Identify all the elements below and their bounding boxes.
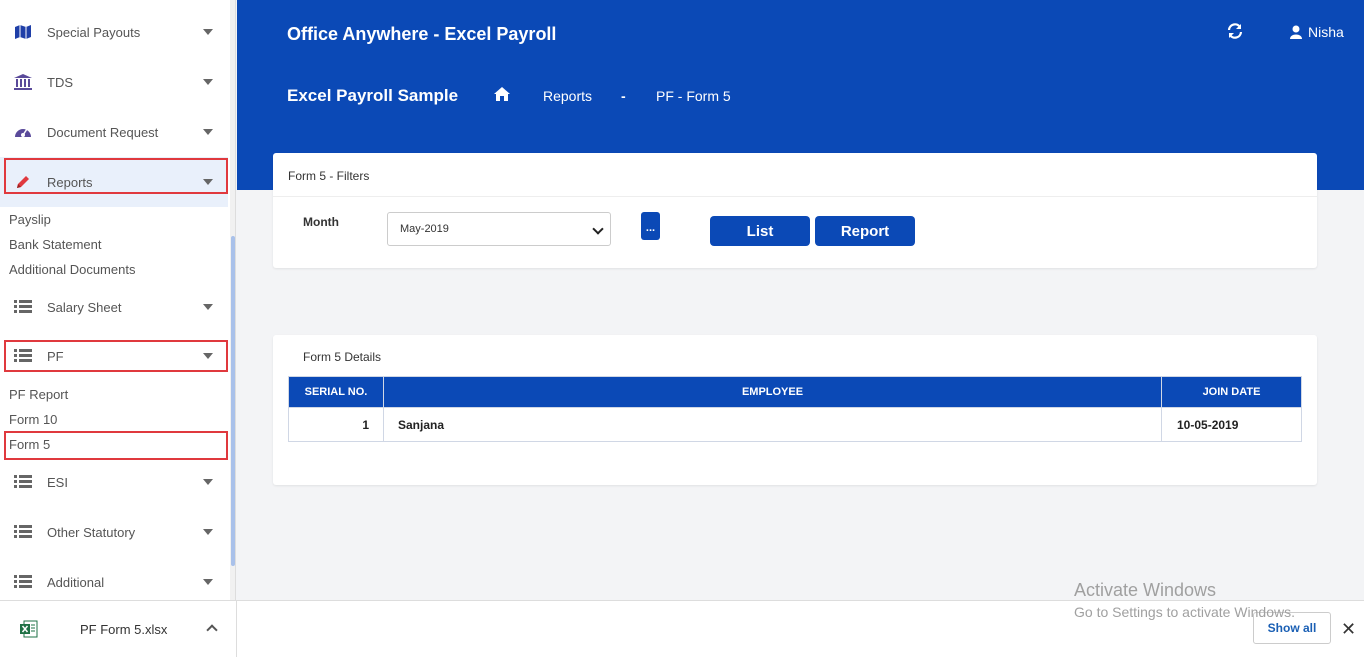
sidebar-item-label: ESI: [47, 474, 68, 490]
chevron-down-icon: [203, 529, 213, 535]
refresh-icon[interactable]: [1226, 22, 1244, 40]
details-table: SERIAL NO. EMPLOYEE JOIN DATE 1 Sanjana …: [288, 376, 1302, 442]
details-title: Form 5 Details: [303, 350, 382, 364]
sidebar: Special Payouts TDS Document Request Rep…: [0, 0, 236, 600]
breadcrumb-separator: -: [621, 88, 626, 104]
download-file-name: PF Form 5.xlsx: [80, 622, 168, 637]
activate-windows-title: Activate Windows: [1074, 580, 1217, 600]
highlight-box-form-5: [4, 431, 228, 460]
table-header-row: SERIAL NO. EMPLOYEE JOIN DATE: [288, 376, 1302, 408]
chevron-down-icon: [203, 304, 213, 310]
highlight-box-reports: [4, 158, 228, 194]
breadcrumb-current: PF - Form 5: [656, 88, 731, 104]
sidebar-subitem-bank-statement[interactable]: Bank Statement: [9, 237, 102, 252]
sidebar-item-label: Other Statutory: [47, 524, 136, 540]
column-header-join-date: JOIN DATE: [1161, 376, 1302, 408]
cell-serial: 1: [288, 407, 384, 442]
activate-windows-subtitle: Go to Settings to activate Windows.: [1074, 604, 1295, 620]
chevron-down-icon: [203, 129, 213, 135]
more-options-button[interactable]: ...: [641, 212, 660, 240]
user-menu[interactable]: Nisha: [1290, 24, 1344, 40]
map-icon: [14, 23, 32, 41]
sidebar-item-tds[interactable]: TDS: [0, 57, 228, 107]
column-header-serial: SERIAL NO.: [288, 376, 384, 408]
app-title: Office Anywhere - Excel Payroll: [287, 24, 557, 44]
list-button[interactable]: List: [710, 216, 810, 246]
user-name: Nisha: [1308, 24, 1344, 40]
sidebar-item-additional[interactable]: Additional: [0, 557, 228, 600]
chevron-down-icon: [203, 79, 213, 85]
sidebar-subitem-pf-report[interactable]: PF Report: [9, 387, 68, 402]
month-select-value: May-2019: [400, 223, 449, 235]
main-area: Office Anywhere - Excel Payroll Nisha Ex…: [237, 0, 1364, 600]
sidebar-item-document-request[interactable]: Document Request: [0, 107, 228, 157]
chevron-down-icon: [203, 29, 213, 35]
sidebar-scrollbar-thumb[interactable]: [231, 236, 235, 566]
highlight-box-pf: [4, 340, 228, 372]
cell-join-date: 10-05-2019: [1161, 407, 1302, 442]
chevron-down-icon: [203, 579, 213, 585]
table-row[interactable]: 1 Sanjana 10-05-2019: [288, 407, 1302, 442]
list-icon: [14, 573, 32, 591]
chevron-down-icon: [203, 479, 213, 485]
sidebar-item-other-statutory[interactable]: Other Statutory: [0, 507, 228, 557]
sidebar-item-label: Document Request: [47, 124, 159, 140]
excel-file-icon: [20, 620, 38, 638]
page-title: Excel Payroll Sample: [287, 86, 459, 105]
sidebar-item-special-payouts[interactable]: Special Payouts: [0, 7, 228, 57]
sidebar-item-salary-sheet[interactable]: Salary Sheet: [0, 282, 228, 332]
list-icon: [14, 523, 32, 541]
month-label: Month: [303, 215, 339, 229]
filters-card: Form 5 - Filters Month May-2019 ... List…: [273, 153, 1317, 268]
bank-icon: [14, 73, 32, 91]
list-icon: [14, 298, 32, 316]
sidebar-item-label: Additional: [47, 574, 105, 590]
chevron-up-icon[interactable]: [206, 624, 218, 636]
dashboard-icon: [14, 123, 32, 141]
cell-employee: Sanjana: [383, 407, 1162, 442]
breadcrumb-reports[interactable]: Reports: [543, 88, 592, 104]
home-icon[interactable]: [494, 87, 510, 103]
sidebar-subitem-form-10[interactable]: Form 10: [9, 412, 57, 427]
download-item[interactable]: PF Form 5.xlsx: [0, 601, 237, 657]
sidebar-item-label: Salary Sheet: [47, 299, 122, 315]
sidebar-item-label: TDS: [47, 74, 73, 90]
sidebar-subitem-additional-documents[interactable]: Additional Documents: [9, 262, 135, 277]
month-select[interactable]: May-2019: [387, 212, 611, 246]
sidebar-item-label: Special Payouts: [47, 24, 141, 40]
sidebar-subitem-payslip[interactable]: Payslip: [9, 212, 51, 227]
column-header-employee: EMPLOYEE: [383, 376, 1162, 408]
chevron-down-icon: [592, 223, 604, 235]
divider: [273, 196, 1317, 197]
sidebar-item-esi[interactable]: ESI: [0, 457, 228, 507]
close-icon[interactable]: ✕: [1341, 619, 1356, 640]
user-icon: [1290, 25, 1302, 39]
details-card: Form 5 Details SERIAL NO. EMPLOYEE JOIN …: [273, 335, 1317, 485]
list-icon: [14, 473, 32, 491]
report-button[interactable]: Report: [815, 216, 915, 246]
filters-title: Form 5 - Filters: [288, 169, 370, 183]
